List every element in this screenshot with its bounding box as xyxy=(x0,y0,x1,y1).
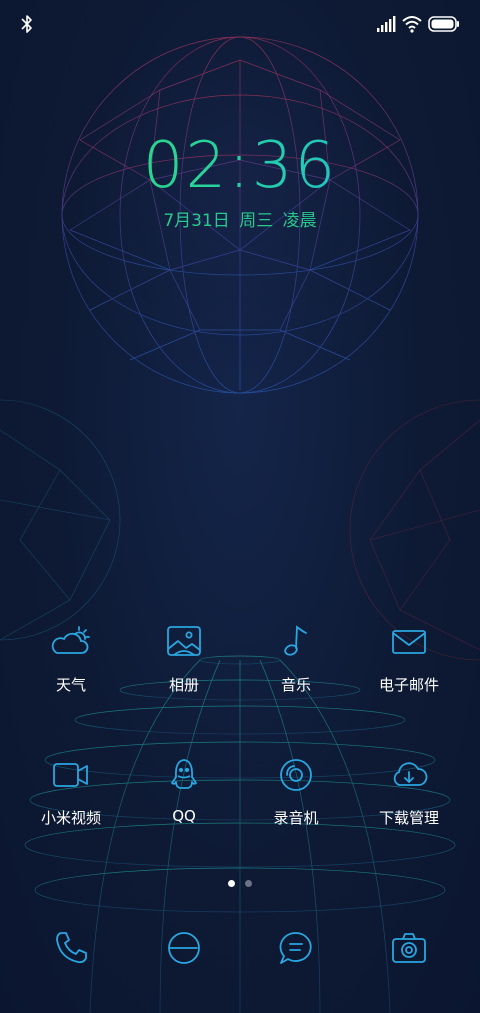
email-icon xyxy=(392,630,426,654)
clock-date[interactable]: 7月31日 周三 凌晨 xyxy=(0,206,480,231)
video-icon xyxy=(53,763,88,787)
weather-icon xyxy=(51,626,90,654)
right-network-arc xyxy=(349,399,480,661)
app-label: 电子邮件 xyxy=(378,676,439,694)
app-download-manager[interactable]: 下载管理 xyxy=(354,755,464,828)
status-bar xyxy=(0,0,480,48)
date-weekday: 周三 xyxy=(239,211,274,231)
phone-icon[interactable] xyxy=(51,928,91,968)
home-screen: 02:36 7月31日 周三 凌晨 天气 相册 音乐 电子邮件 小米视频 QQ … xyxy=(0,0,480,1013)
app-qq[interactable]: QQ xyxy=(129,755,239,825)
app-email[interactable]: 电子邮件 xyxy=(354,622,464,695)
messages-icon[interactable] xyxy=(276,928,316,968)
download-manager-icon xyxy=(393,762,428,786)
app-recorder[interactable]: 录音机 xyxy=(241,755,351,828)
app-label: 相册 xyxy=(168,676,199,694)
app-weather[interactable]: 天气 xyxy=(16,622,126,695)
page-dot-active[interactable] xyxy=(228,880,235,887)
bluetooth-icon xyxy=(21,15,32,33)
qq-icon xyxy=(171,759,197,789)
app-music[interactable]: 音乐 xyxy=(241,622,351,695)
battery-icon xyxy=(428,16,459,32)
date-month-day: 7月31日 xyxy=(163,211,230,231)
music-icon xyxy=(284,625,307,656)
recorder-icon xyxy=(280,759,312,791)
camera-icon[interactable] xyxy=(389,928,429,968)
app-label: 下载管理 xyxy=(378,809,439,827)
gallery-icon xyxy=(167,626,201,656)
date-period: 凌晨 xyxy=(282,211,317,231)
app-label: QQ xyxy=(172,807,196,825)
wifi-icon xyxy=(402,16,422,33)
app-mi-video[interactable]: 小米视频 xyxy=(16,755,126,828)
page-dot-inactive[interactable] xyxy=(245,880,252,887)
signal-icon xyxy=(377,16,396,32)
app-label: 录音机 xyxy=(273,809,319,827)
page-indicator xyxy=(0,872,480,891)
app-gallery[interactable]: 相册 xyxy=(129,622,239,695)
app-label: 音乐 xyxy=(280,676,311,694)
clock-time[interactable]: 02:36 xyxy=(0,130,480,202)
app-label: 小米视频 xyxy=(40,809,101,827)
app-label: 天气 xyxy=(55,676,86,694)
browser-icon[interactable] xyxy=(164,928,204,968)
left-network-arc xyxy=(0,399,121,641)
